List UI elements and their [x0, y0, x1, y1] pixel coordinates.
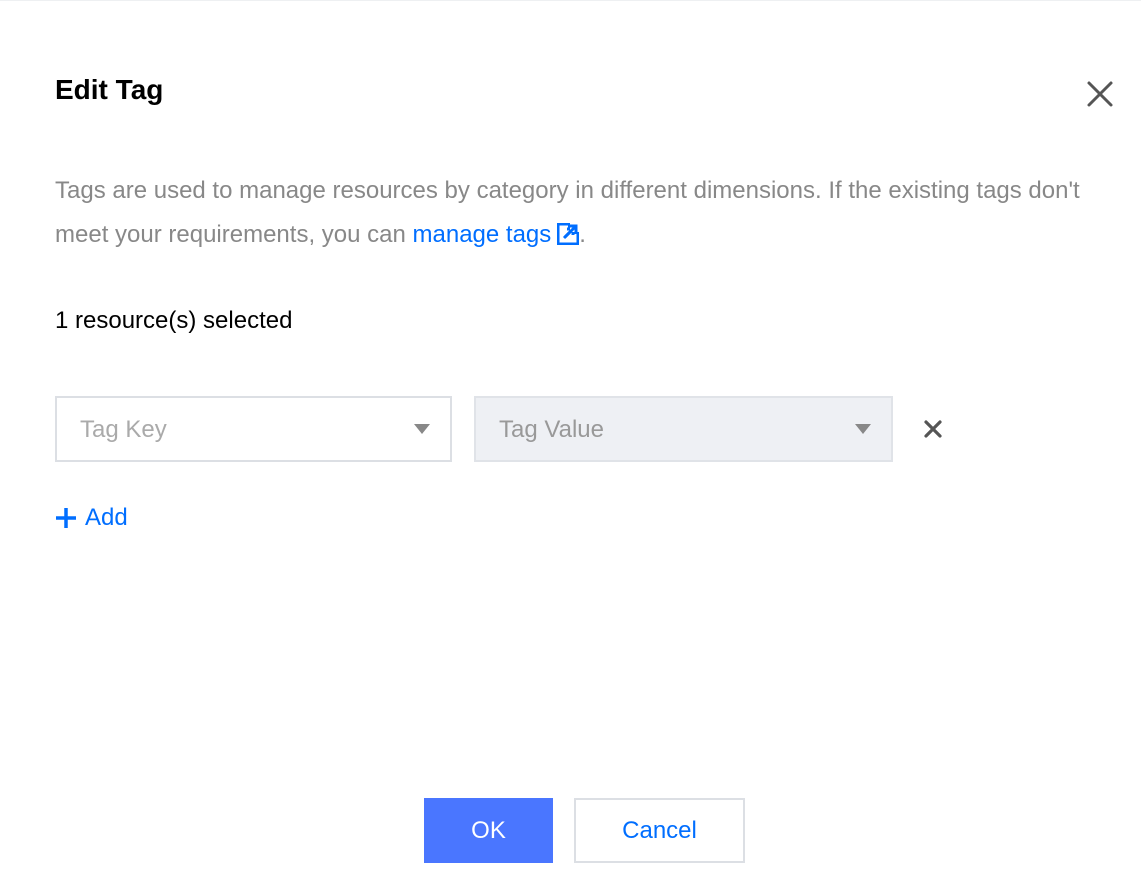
chevron-down-icon — [414, 424, 430, 434]
cancel-button[interactable]: Cancel — [574, 798, 745, 863]
add-tag-button[interactable]: Add — [55, 500, 128, 536]
plus-icon — [56, 508, 76, 528]
dialog-description: Tags are used to manage resources by cat… — [55, 169, 1130, 257]
close-button[interactable] — [1085, 79, 1115, 109]
add-tag-label: Add — [85, 504, 128, 531]
chevron-down-icon — [855, 424, 871, 434]
manage-tags-link[interactable]: manage tags — [413, 221, 580, 248]
close-icon — [1087, 81, 1113, 107]
tag-value-select: Tag Value — [474, 396, 893, 462]
description-suffix: . — [579, 221, 586, 248]
dialog-title: Edit Tag — [55, 74, 164, 105]
edit-tag-dialog: Edit Tag Tags are used to manage resourc… — [0, 0, 1141, 895]
tag-key-select[interactable]: Tag Key — [55, 396, 452, 462]
external-link-icon — [557, 223, 580, 245]
selected-resources-count: 1 resource(s) selected — [55, 307, 293, 334]
tag-key-placeholder: Tag Key — [80, 416, 167, 443]
remove-icon — [924, 420, 942, 438]
ok-button[interactable]: OK — [424, 798, 553, 863]
manage-tags-link-label: manage tags — [412, 221, 552, 248]
tag-value-placeholder: Tag Value — [499, 416, 604, 443]
remove-tag-button[interactable] — [922, 418, 944, 440]
